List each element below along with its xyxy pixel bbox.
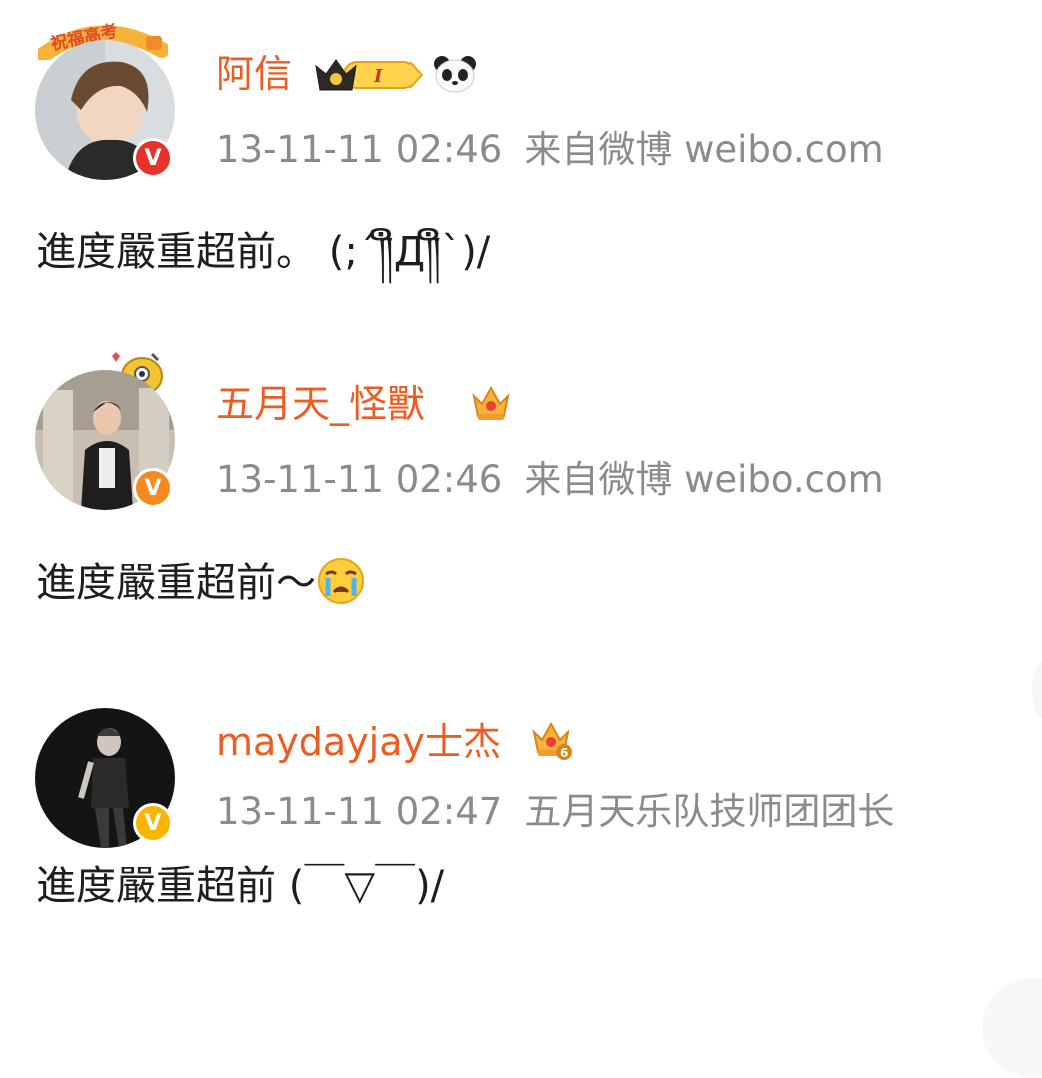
username[interactable]: 阿信 <box>216 50 292 98</box>
username[interactable]: maydayjay士杰 <box>216 718 501 766</box>
post-meta: 13-11-11 02:46 来自微博 weibo.com <box>216 126 884 174</box>
comment-text: 進度嚴重超前～ <box>36 556 366 609</box>
weibo-comment: V maydayjay士杰 6 13-11-11 02:47 五月天乐队技师团团长… <box>0 690 1042 1010</box>
comment-text: 進度嚴重超前。 (;´༎ຶД༎ຶ`)/ <box>36 229 491 275</box>
crown-level-badge-icon: I <box>315 59 424 91</box>
crown-vip-icon <box>472 385 510 420</box>
username[interactable]: 五月天_怪獸 <box>216 380 425 428</box>
crown-level-number: 6 <box>560 746 568 760</box>
user-title: 五月天乐队技师团团长 <box>524 790 895 833</box>
verified-v-icon: V <box>133 138 173 178</box>
timestamp: 13-11-11 02:46 <box>216 128 503 171</box>
post-meta: 13-11-11 02:47 五月天乐队技师团团长 <box>216 788 894 836</box>
timestamp: 13-11-11 02:47 <box>216 790 503 833</box>
post-source[interactable]: 来自微博 weibo.com <box>524 458 883 501</box>
level-badge-text: I <box>373 66 383 87</box>
weibo-comment: 祝福高考 V 阿信 I 13-11-11 02:46 来自微博 weibo.co… <box>0 20 1042 340</box>
comment-text: 進度嚴重超前 (￣▽￣)/ <box>36 863 445 909</box>
crown-level-icon: 6 <box>532 721 572 760</box>
crying-face-icon <box>318 558 364 604</box>
panda-icon <box>434 56 476 93</box>
verified-v-icon: V <box>133 468 173 508</box>
post-source[interactable]: 来自微博 weibo.com <box>524 128 883 171</box>
weibo-comment: V 五月天_怪獸 13-11-11 02:46 来自微博 weibo.com 進度… <box>0 350 1042 670</box>
timestamp: 13-11-11 02:46 <box>216 458 503 501</box>
verified-v-icon: V <box>133 803 173 843</box>
post-meta: 13-11-11 02:46 来自微博 weibo.com <box>216 456 884 504</box>
